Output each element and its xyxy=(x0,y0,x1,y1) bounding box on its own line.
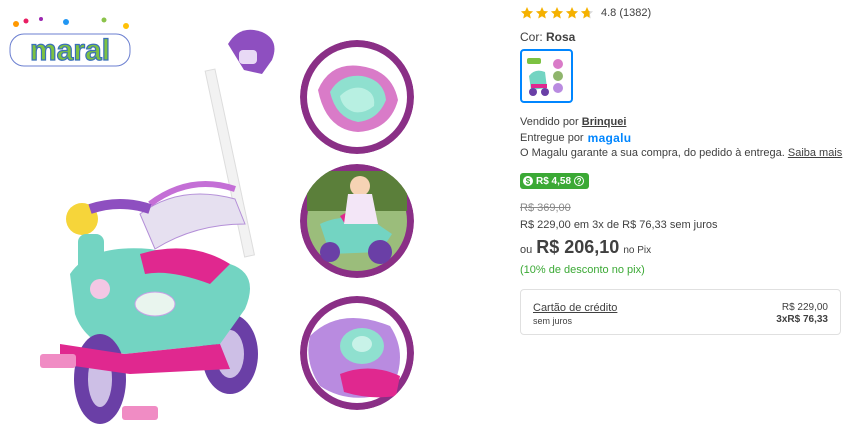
swatch-thumbnail-image xyxy=(527,58,563,96)
pix-price: R$ 206,10 xyxy=(536,237,620,257)
guarantee-text: O Magalu garante a sua compra, do pedido… xyxy=(520,147,842,159)
color-label-text: Cor: xyxy=(520,30,543,44)
star-icon xyxy=(535,7,549,19)
product-gallery: maral xyxy=(0,0,500,437)
payment-subtitle: sem juros xyxy=(533,316,573,326)
cashback-value: R$ 4,58 xyxy=(536,175,572,187)
star-icon xyxy=(520,7,534,19)
thumbnail-horn-detail[interactable] xyxy=(300,296,414,410)
dollar-icon: $ xyxy=(523,176,533,186)
magalu-logo: magalu xyxy=(587,131,632,145)
learn-more-link[interactable]: Saiba mais xyxy=(788,147,842,159)
star-icon xyxy=(550,7,564,19)
pix-price-row: ou R$ 206,10 no Pix xyxy=(520,237,651,258)
product-info-panel: 4.8 (1382) Cor: Rosa Vendido por Brinque… xyxy=(520,0,853,437)
cashback-badge[interactable]: $ R$ 4,58 ? xyxy=(520,173,590,189)
star-icon xyxy=(565,7,579,19)
pix-suffix: no Pix xyxy=(623,245,652,256)
seller-info: Vendido por Brinquei xyxy=(520,116,626,128)
seller-link[interactable]: Brinquei xyxy=(582,116,627,128)
selected-color: Rosa xyxy=(546,30,576,44)
color-selector-label: Cor: Rosa xyxy=(520,30,575,44)
rating-stars xyxy=(520,6,594,20)
delivery-prefix: Entregue por xyxy=(520,132,584,144)
star-half-icon xyxy=(580,7,594,19)
rating-count: (1382) xyxy=(619,7,652,19)
rating-row[interactable]: 4.8 (1382) xyxy=(520,5,651,21)
color-swatch-rosa[interactable] xyxy=(520,49,573,103)
installment-price: R$ 229,00 em 3x de R$ 76,33 sem juros xyxy=(520,219,718,231)
info-icon[interactable]: ? xyxy=(574,176,585,186)
thumbnail-basket[interactable] xyxy=(300,40,414,154)
tricycle-image xyxy=(40,29,275,424)
old-price: R$ 369,00 xyxy=(520,202,571,214)
payment-title[interactable]: Cartão de crédito xyxy=(533,302,617,314)
thumbnail-child-riding[interactable] xyxy=(300,164,414,278)
payment-option-credit-card[interactable]: Cartão de crédito sem juros R$ 229,00 3x… xyxy=(520,289,841,335)
delivery-info: Entregue por magalu xyxy=(520,131,631,145)
rating-value: 4.8 (1382) xyxy=(601,7,652,19)
seller-prefix: Vendido por xyxy=(520,116,579,128)
pix-discount: (10% de desconto no pix) xyxy=(520,264,645,276)
payment-total: R$ 229,00 xyxy=(781,302,828,313)
payment-installments: 3xR$ 76,33 xyxy=(776,314,828,325)
pix-prefix: ou xyxy=(520,244,533,256)
guarantee-message: O Magalu garante a sua compra, do pedido… xyxy=(520,147,785,159)
